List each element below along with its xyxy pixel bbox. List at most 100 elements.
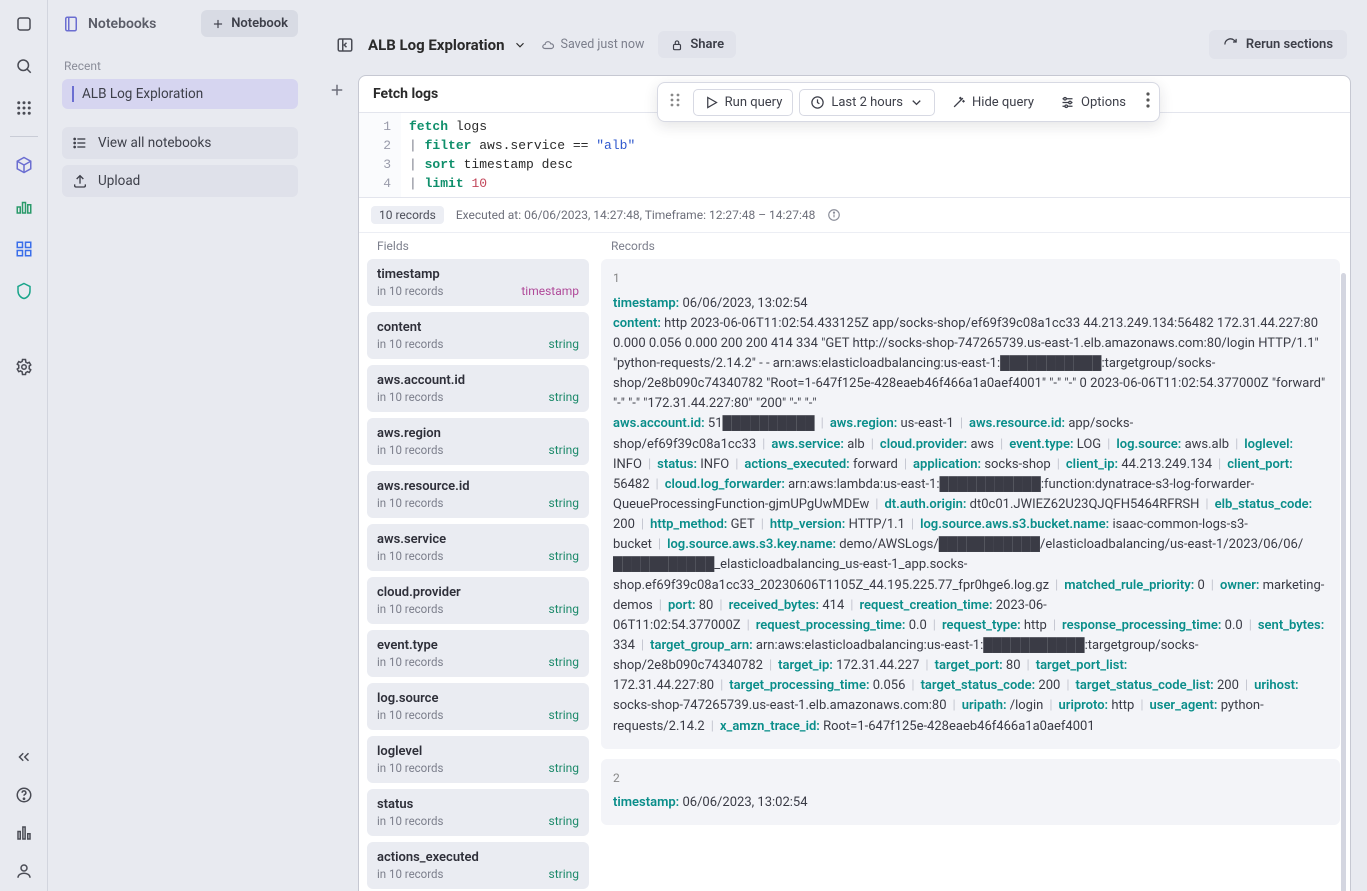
scrollbar[interactable] xyxy=(1341,273,1346,891)
field-name: loglevel xyxy=(377,744,579,759)
clock-icon xyxy=(810,95,825,110)
grid-icon[interactable] xyxy=(10,235,38,263)
cube-icon[interactable] xyxy=(10,151,38,179)
user-icon[interactable] xyxy=(10,857,38,885)
field-card[interactable]: timestampin 10 recordstimestamp xyxy=(367,259,589,306)
field-card[interactable]: aws.resource.idin 10 recordsstring xyxy=(367,471,589,518)
sidebar-recent-label: Recent xyxy=(64,59,298,73)
attr-value: 80 xyxy=(1006,658,1021,673)
hide-query-button[interactable]: Hide query xyxy=(941,90,1044,115)
attr-value: aws xyxy=(970,437,994,452)
field-card[interactable]: cloud.providerin 10 recordsstring xyxy=(367,577,589,624)
attr-separator: | xyxy=(1060,678,1075,693)
attr-key: user_agent: xyxy=(1150,698,1218,713)
collapse-sidebar-icon[interactable] xyxy=(336,36,354,54)
options-button[interactable]: Options xyxy=(1050,90,1136,115)
chart-icon[interactable] xyxy=(10,193,38,221)
attr-key: cloud.log_forwarder: xyxy=(665,477,785,492)
attr-key: request_type: xyxy=(942,618,1021,633)
attr-value: 0.0 xyxy=(909,618,927,633)
attr-separator: | xyxy=(635,517,650,532)
code-editor[interactable]: 1fetch logs2| filter aws.service == "alb… xyxy=(359,113,1350,198)
sidebar-recent-item[interactable]: ALB Log Exploration xyxy=(62,79,298,109)
attr-key: aws.account.id: xyxy=(613,416,705,431)
attr-value: 414 xyxy=(822,598,844,613)
attr-value: 51██████████ xyxy=(708,416,815,431)
activity-icon[interactable] xyxy=(10,819,38,847)
records-count-pill[interactable]: 10 records xyxy=(371,206,444,224)
field-card[interactable]: log.sourcein 10 recordsstring xyxy=(367,683,589,730)
attr-key: timestamp: xyxy=(613,795,679,810)
attr-key: request_creation_time: xyxy=(859,598,992,613)
fields-list: timestampin 10 recordstimestamp contentin… xyxy=(367,259,589,891)
attr-key: uripath: xyxy=(962,698,1007,713)
time-range-label: Last 2 hours xyxy=(831,95,903,110)
field-card[interactable]: aws.account.idin 10 recordsstring xyxy=(367,365,589,412)
expand-icon[interactable] xyxy=(10,743,38,771)
attr-key: target_processing_time: xyxy=(729,678,869,693)
field-card[interactable]: actions_executedin 10 recordsstring xyxy=(367,842,589,889)
rerun-sections-button[interactable]: Rerun sections xyxy=(1209,30,1347,59)
field-type: string xyxy=(549,390,579,404)
attr-separator: | xyxy=(865,437,880,452)
attr-key: urihost: xyxy=(1254,678,1299,693)
records-list: 1timestamp: 06/06/2023, 13:02:54content:… xyxy=(601,259,1340,825)
upload-button[interactable]: Upload xyxy=(62,165,298,197)
record-item[interactable]: 1timestamp: 06/06/2023, 13:02:54content:… xyxy=(601,259,1340,749)
list-icon xyxy=(72,135,88,151)
attr-value: LOG xyxy=(1077,437,1101,452)
records-header: Records xyxy=(601,233,1340,259)
more-menu-icon[interactable] xyxy=(1142,88,1154,116)
attr-value: 172.31.44.227 xyxy=(836,658,919,673)
field-card[interactable]: contentin 10 recordsstring xyxy=(367,312,589,359)
attr-value: http 2023-06-06T11:02:54.433125Z app/soc… xyxy=(613,316,1325,412)
search-icon[interactable] xyxy=(10,52,38,80)
field-card[interactable]: statusin 10 recordsstring xyxy=(367,789,589,836)
apps-icon[interactable] xyxy=(10,94,38,122)
saved-status-text: Saved just now xyxy=(561,37,645,52)
field-type: string xyxy=(549,496,579,510)
app-rail xyxy=(0,0,48,891)
field-name: log.source xyxy=(377,691,579,706)
attr-key: port: xyxy=(668,598,696,613)
content-row: Fetch logs Run query Last 2 hours Hide q… xyxy=(328,75,1351,891)
attr-key: application: xyxy=(913,457,981,472)
attr-value: forward xyxy=(853,457,898,472)
chevron-down-icon xyxy=(513,38,527,52)
gear-icon[interactable] xyxy=(10,353,38,381)
options-label: Options xyxy=(1081,95,1126,110)
notebook-title[interactable]: ALB Log Exploration xyxy=(368,36,527,54)
field-card[interactable]: event.typein 10 recordsstring xyxy=(367,630,589,677)
sidebar-title[interactable]: Notebooks xyxy=(62,15,156,33)
field-card[interactable]: aws.regionin 10 recordsstring xyxy=(367,418,589,465)
info-icon[interactable] xyxy=(827,208,841,222)
refresh-icon xyxy=(1223,37,1238,52)
attr-value: 172.31.44.227:80 xyxy=(613,678,714,693)
attr-key: client_ip: xyxy=(1066,457,1118,472)
logo-icon[interactable] xyxy=(10,10,38,38)
shield-icon[interactable] xyxy=(10,277,38,305)
attr-key: client_port: xyxy=(1227,457,1293,472)
titlebar: ALB Log Exploration Saved just now Share… xyxy=(328,30,1351,75)
attr-value: socks-shop xyxy=(984,457,1050,472)
run-query-button[interactable]: Run query xyxy=(693,89,794,116)
field-type: string xyxy=(549,867,579,881)
help-icon[interactable] xyxy=(10,781,38,809)
attr-value: 200 xyxy=(1217,678,1239,693)
new-notebook-button[interactable]: Notebook xyxy=(201,10,298,37)
attr-key: event.type: xyxy=(1009,437,1073,452)
attr-separator: | xyxy=(1239,678,1254,693)
drag-handle-icon[interactable] xyxy=(663,88,687,116)
time-range-picker[interactable]: Last 2 hours xyxy=(799,89,935,116)
field-card[interactable]: loglevelin 10 recordsstring xyxy=(367,736,589,783)
attr-separator: | xyxy=(869,497,884,512)
attr-key: sent_bytes: xyxy=(1258,618,1324,633)
attr-separator: | xyxy=(954,416,969,431)
add-section-icon[interactable] xyxy=(328,81,346,99)
attr-separator: | xyxy=(1021,658,1036,673)
attr-value: aws.alb xyxy=(1185,437,1230,452)
record-item[interactable]: 2timestamp: 06/06/2023, 13:02:54 xyxy=(601,759,1340,826)
share-button[interactable]: Share xyxy=(658,31,736,58)
view-all-notebooks[interactable]: View all notebooks xyxy=(62,127,298,159)
field-card[interactable]: aws.servicein 10 recordsstring xyxy=(367,524,589,571)
